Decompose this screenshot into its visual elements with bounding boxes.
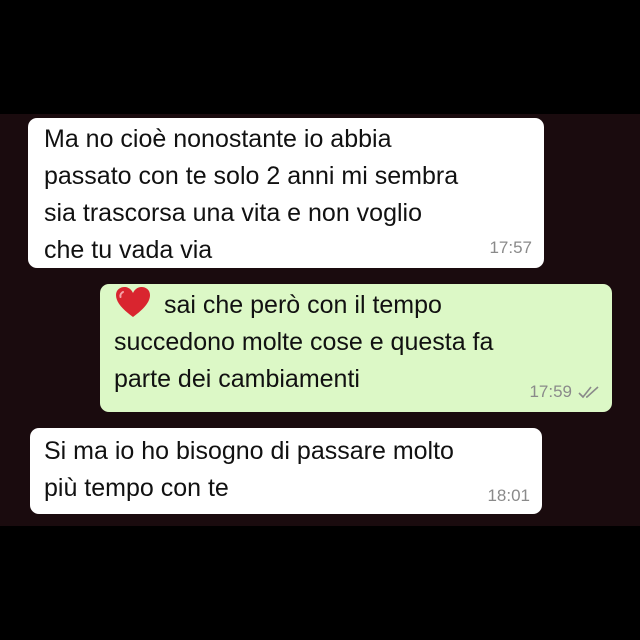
read-double-check-icon (578, 386, 599, 399)
message-timestamp: 17:57 (489, 238, 532, 257)
message-meta: 18:01 (487, 486, 530, 506)
message-bubble-outgoing[interactable]: sai che però con il tempo succedono molt… (100, 284, 612, 412)
message-timestamp: 17:59 (529, 382, 572, 401)
message-bubble-incoming[interactable]: Ma no cioè nonostante io abbia passato c… (28, 118, 544, 268)
message-bubble-incoming[interactable]: Si ma io ho bisogno di passare molto più… (30, 428, 542, 514)
red-heart-icon (116, 287, 150, 317)
message-meta: 17:59 (529, 382, 600, 402)
message-text: sai che però con il tempo succedono molt… (114, 291, 494, 393)
message-text: Si ma io ho bisogno di passare molto più… (44, 437, 454, 502)
message-text: Ma no cioè nonostante io abbia passato c… (44, 125, 459, 264)
message-timestamp: 18:01 (487, 486, 530, 505)
message-text-container: sai che però con il tempo succedono molt… (114, 285, 598, 398)
message-meta: 17:57 (489, 238, 532, 258)
